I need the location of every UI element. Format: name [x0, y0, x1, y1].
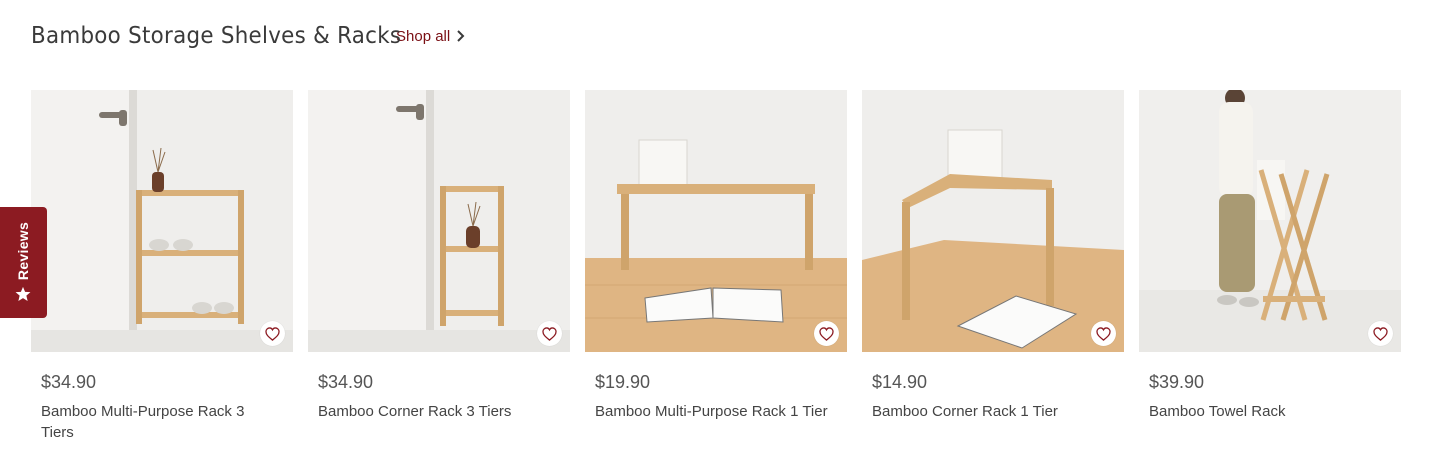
towel-rack-photo — [1139, 90, 1401, 352]
product-name[interactable]: Bamboo Towel Rack — [1149, 401, 1389, 422]
wishlist-button[interactable] — [260, 321, 285, 346]
product-image[interactable] — [308, 90, 570, 352]
star-icon — [15, 286, 31, 301]
heart-icon — [1373, 326, 1388, 341]
shop-all-link[interactable]: Shop all — [396, 28, 465, 45]
product-carousel: $34.90 Bamboo Multi-Purpose Rack 3 Tiers — [31, 90, 1401, 443]
reviews-tab-content: Reviews — [15, 222, 31, 302]
product-price: $19.90 — [595, 372, 651, 392]
reviews-tab-label: Reviews — [15, 221, 31, 281]
heart-icon — [1096, 326, 1111, 341]
product-card[interactable]: $34.90 Bamboo Corner Rack 3 Tiers — [308, 90, 570, 443]
product-card[interactable]: $34.90 Bamboo Multi-Purpose Rack 3 Tiers — [31, 90, 293, 443]
shop-all-label: Shop all — [396, 27, 451, 45]
wishlist-button[interactable] — [537, 321, 562, 346]
product-price: $39.90 — [1149, 372, 1205, 392]
product-image[interactable] — [585, 90, 847, 352]
section-header: Bamboo Storage Shelves & Racks Shop all — [31, 18, 465, 54]
wishlist-button[interactable] — [1368, 321, 1393, 346]
wishlist-button[interactable] — [1091, 321, 1116, 346]
reviews-tab[interactable]: Reviews — [0, 207, 47, 318]
product-price: $34.90 — [41, 372, 97, 392]
product-card[interactable]: $14.90 Bamboo Corner Rack 1 Tier — [862, 90, 1124, 443]
product-image[interactable] — [1139, 90, 1401, 352]
heart-icon — [265, 326, 280, 341]
shelf-photo — [31, 90, 293, 352]
wishlist-button[interactable] — [814, 321, 839, 346]
product-name[interactable]: Bamboo Corner Rack 3 Tiers — [318, 401, 558, 422]
heart-icon — [819, 326, 834, 341]
bench-photo — [585, 90, 847, 352]
heart-icon — [542, 326, 557, 341]
product-name[interactable]: Bamboo Multi-Purpose Rack 1 Tier — [595, 401, 835, 422]
chevron-right-icon — [457, 30, 465, 42]
product-name[interactable]: Bamboo Multi-Purpose Rack 3 Tiers — [41, 401, 281, 443]
product-card[interactable]: $19.90 Bamboo Multi-Purpose Rack 1 Tier — [585, 90, 847, 443]
section-title: Bamboo Storage Shelves & Racks — [31, 23, 402, 49]
product-price: $34.90 — [318, 372, 374, 392]
product-image[interactable] — [862, 90, 1124, 352]
corner-bench-photo — [862, 90, 1124, 352]
product-image[interactable] — [31, 90, 293, 352]
product-price: $14.90 — [872, 372, 928, 392]
product-name[interactable]: Bamboo Corner Rack 1 Tier — [872, 401, 1112, 422]
corner-shelf-photo — [308, 90, 570, 352]
product-card[interactable]: $39.90 Bamboo Towel Rack — [1139, 90, 1401, 443]
